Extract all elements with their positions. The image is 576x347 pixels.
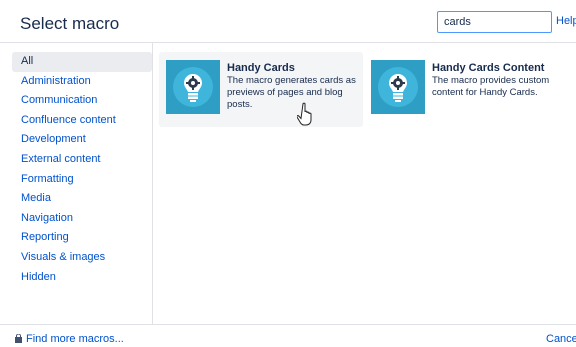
find-more-label: Find more macros...: [26, 333, 124, 345]
category-navigation[interactable]: Navigation: [12, 209, 152, 229]
category-administration[interactable]: Administration: [12, 72, 152, 92]
macro-name: Handy Cards Content: [432, 62, 545, 74]
category-formatting[interactable]: Formatting: [12, 170, 152, 190]
marketplace-icon: [15, 334, 22, 343]
category-hidden[interactable]: Hidden: [12, 268, 152, 288]
category-external-content[interactable]: External content: [12, 150, 152, 170]
macro-card-handy-cards[interactable]: Handy Cards The macro generates cards as…: [159, 52, 363, 127]
category-media[interactable]: Media: [12, 189, 152, 209]
dialog-title: Select macro: [20, 14, 120, 33]
cancel-button[interactable]: Cancel: [546, 333, 576, 345]
macro-card-handy-cards-content[interactable]: Handy Cards Content The macro provides c…: [364, 52, 568, 127]
category-development[interactable]: Development: [12, 130, 152, 150]
search-input[interactable]: [437, 11, 552, 33]
header-divider: [0, 42, 576, 43]
category-sidebar: All Administration Communication Conflue…: [12, 52, 152, 324]
category-visuals-images[interactable]: Visuals & images: [12, 248, 152, 268]
macro-name: Handy Cards: [227, 62, 295, 74]
category-communication[interactable]: Communication: [12, 91, 152, 111]
category-reporting[interactable]: Reporting: [12, 228, 152, 248]
category-all[interactable]: All: [12, 52, 152, 72]
hand-cursor-icon: [297, 102, 312, 126]
macro-description: The macro generates cards as previews of…: [227, 75, 356, 110]
lightbulb-gear-icon: [371, 60, 425, 114]
category-confluence-content[interactable]: Confluence content: [12, 111, 152, 131]
sidebar-divider: [152, 43, 153, 324]
help-link[interactable]: Help: [556, 15, 576, 27]
footer-divider: [0, 324, 576, 325]
lightbulb-gear-icon: [166, 60, 220, 114]
macro-description: The macro provides custom content for Ha…: [432, 75, 550, 98]
find-more-macros-link[interactable]: Find more macros...: [14, 333, 124, 345]
